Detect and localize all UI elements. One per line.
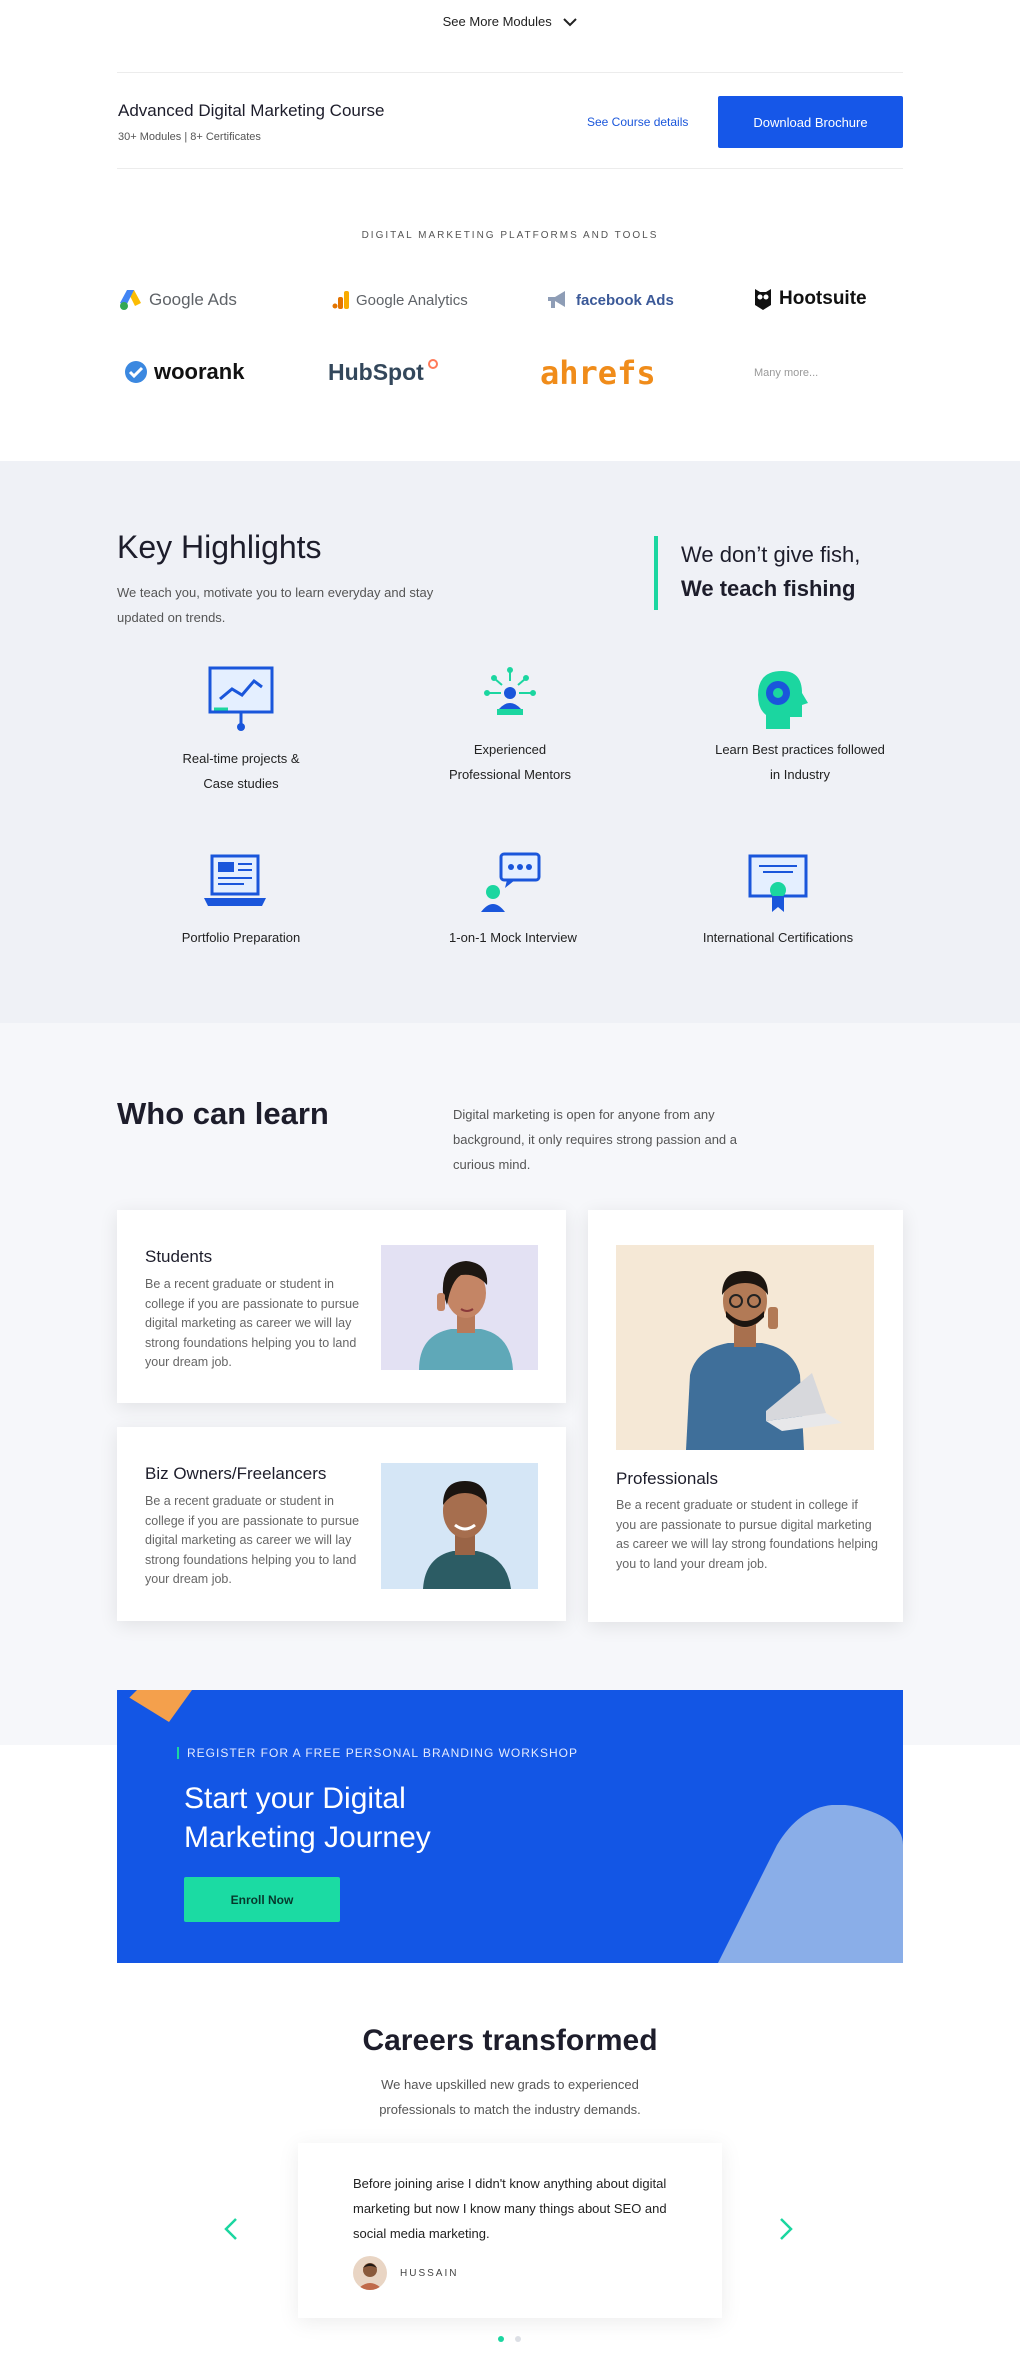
key-highlights-subtitle: We teach you, motivate you to learn ever…: [117, 585, 434, 625]
chevron-down-icon: [563, 18, 578, 27]
testimonial-name: HUSSAIN: [400, 2268, 459, 2279]
certificate-icon: [748, 854, 808, 912]
card-text: Be a recent graduate or student in colle…: [145, 1494, 360, 1586]
testimonial-text: Before joining arise I didn't know anyth…: [353, 2176, 667, 2241]
tool-label: Google Ads: [149, 290, 237, 309]
light-blue-shape-decoration: [718, 1805, 903, 1963]
head-gear-icon: [758, 671, 808, 729]
see-course-details-link[interactable]: See Course details: [587, 115, 688, 129]
tool-hubspot: HubSpot: [328, 357, 445, 387]
tool-label: HubSpot: [328, 358, 424, 385]
carousel-dot[interactable]: [515, 2336, 521, 2342]
tool-google-ads: Google Ads: [119, 285, 237, 315]
course-title: Advanced Digital Marketing Course: [118, 101, 385, 120]
who-can-learn-title: Who can learn: [117, 1096, 329, 1131]
quote-accent-bar: [654, 536, 658, 610]
facebook-megaphone-icon: [548, 291, 565, 308]
presentation-chart-icon: [208, 666, 274, 731]
card-title: Professionals: [616, 1469, 719, 1488]
tool-label: facebook Ads: [576, 291, 674, 309]
professionals-card: Professionals Be a recent graduate or st…: [588, 1210, 903, 1622]
workshop-cta-banner: REGISTER FOR A FREE PERSONAL BRANDING WO…: [117, 1690, 903, 1963]
highlight-label: 1-on-1 Mock Interview: [449, 930, 577, 945]
tool-facebook-ads: facebook Ads: [546, 285, 674, 315]
biz-owners-card: Biz Owners/Freelancers Be a recent gradu…: [117, 1427, 566, 1621]
carousel-prev-arrow-icon[interactable]: [224, 2217, 238, 2241]
freelancer-photo: [381, 1463, 538, 1589]
tool-label: Many more...: [754, 367, 819, 379]
tool-woorank: woorank: [124, 357, 244, 387]
who-can-learn-description: Digital marketing is open for anyone fro…: [453, 1107, 738, 1172]
chat-person-icon: [481, 852, 541, 912]
highlight-label: International Certifications: [702, 930, 854, 945]
download-brochure-button[interactable]: Download Brochure: [718, 96, 903, 148]
enroll-now-button[interactable]: Enroll Now: [184, 1877, 340, 1922]
laptop-portfolio-icon: [204, 854, 266, 906]
quote-line-1: We don’t give fish,: [681, 542, 861, 567]
tool-hootsuite: Hootsuite: [753, 284, 867, 314]
tool-label: Google Analytics: [356, 291, 468, 309]
hubspot-sprocket-icon: [427, 359, 438, 369]
cta-title: Start your Digital Marketing Journey: [184, 1782, 431, 1854]
professional-photo: [616, 1245, 874, 1450]
card-text: Be a recent graduate or student in colle…: [616, 1498, 878, 1571]
carousel-dot-active[interactable]: [498, 2336, 504, 2342]
highlight-label: Experienced Professional Mentors: [448, 742, 572, 782]
highlight-label: Portfolio Preparation: [181, 930, 301, 945]
student-photo: [381, 1245, 538, 1370]
careers-title: Careers transformed: [362, 2024, 658, 2057]
tool-label: woorank: [154, 359, 245, 384]
tool-label: ahrefs: [540, 354, 656, 392]
card-title: Students: [145, 1247, 213, 1266]
highlight-label: Learn Best practices followed in Industr…: [715, 742, 885, 782]
tool-label: Hootsuite: [779, 288, 867, 309]
key-highlights-title: Key Highlights: [117, 529, 322, 565]
orange-corner-decoration: [117, 1690, 192, 1722]
card-title: Biz Owners/Freelancers: [145, 1464, 327, 1483]
tool-many-more: Many more...: [754, 358, 818, 388]
testimonial-card: Before joining arise I didn't know anyth…: [298, 2143, 722, 2318]
see-more-modules-link[interactable]: See More Modules: [0, 14, 1020, 29]
tool-google-analytics: Google Analytics: [332, 285, 468, 315]
mentor-network-icon: [484, 667, 536, 715]
course-bar: Advanced Digital Marketing Course 30+ Mo…: [117, 72, 903, 169]
woorank-check-icon: [125, 361, 147, 383]
course-meta: 30+ Modules | 8+ Certificates: [118, 131, 261, 143]
students-card: Students Be a recent graduate or student…: [117, 1210, 566, 1403]
google-ads-icon: [120, 290, 141, 310]
card-text: Be a recent graduate or student in colle…: [145, 1277, 360, 1369]
careers-subtitle: We have upskilled new grads to experienc…: [379, 2077, 641, 2117]
tools-heading: DIGITAL MARKETING PLATFORMS AND TOOLS: [361, 230, 659, 241]
avatar: [353, 2256, 387, 2290]
carousel-next-arrow-icon[interactable]: [779, 2217, 793, 2241]
hootsuite-owl-icon: [755, 289, 771, 310]
see-more-label: See More Modules: [442, 14, 552, 29]
google-analytics-icon: [332, 291, 349, 309]
quote-line-2: We teach fishing: [681, 576, 856, 601]
highlight-label: Real-time projects & Case studies: [182, 751, 300, 791]
tool-ahrefs: ahrefs: [540, 354, 656, 392]
workshop-tag: REGISTER FOR A FREE PERSONAL BRANDING WO…: [177, 1747, 578, 1759]
